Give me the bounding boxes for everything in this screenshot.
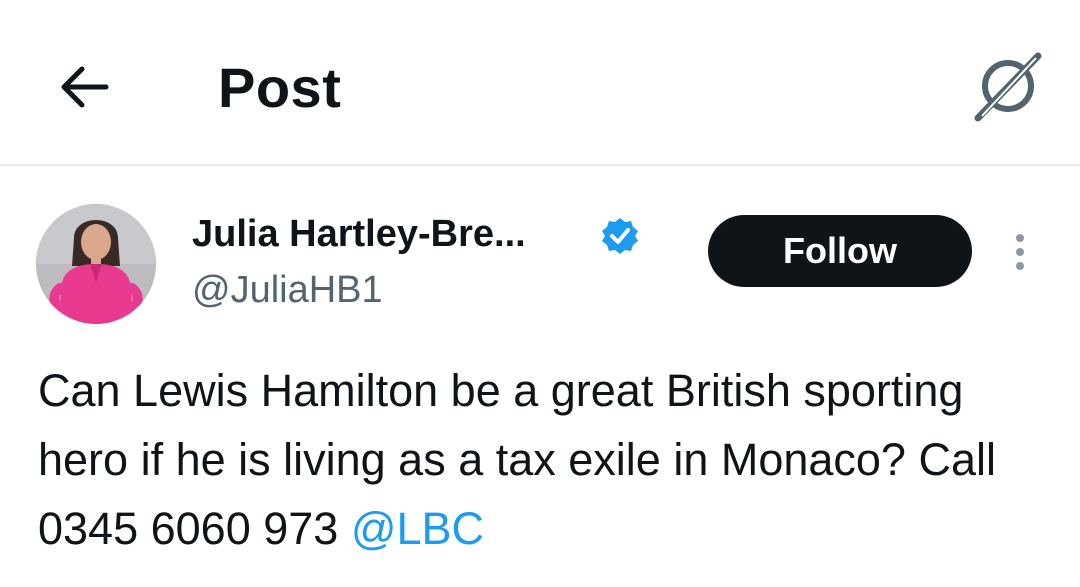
avatar[interactable] [36,204,156,324]
more-dot [1016,262,1024,270]
top-app-bar: Post [0,0,1080,166]
profile-photo [36,204,156,324]
post-text: Can Lewis Hamilton be a great British sp… [38,356,1058,563]
arrow-left-icon [61,66,109,108]
author-handle[interactable]: @JuliaHB1 [192,267,383,313]
post-body: Can Lewis Hamilton be a great British sp… [38,365,996,554]
author-name[interactable]: Julia Hartley-Bre... [192,211,526,257]
grok-button[interactable] [968,46,1048,126]
more-dot [1016,248,1024,256]
verified-badge-icon [602,218,638,254]
page-title: Post [218,56,342,119]
back-button[interactable] [52,55,116,119]
more-options-button[interactable] [1002,226,1038,278]
grok-icon [974,52,1042,122]
mention-link[interactable]: @LBC [351,503,484,554]
more-vertical-icon [1016,234,1024,242]
follow-button[interactable]: Follow [708,215,972,287]
post-detail: Julia Hartley-Bre... @JuliaHB1 Follow Ca… [0,166,1080,587]
